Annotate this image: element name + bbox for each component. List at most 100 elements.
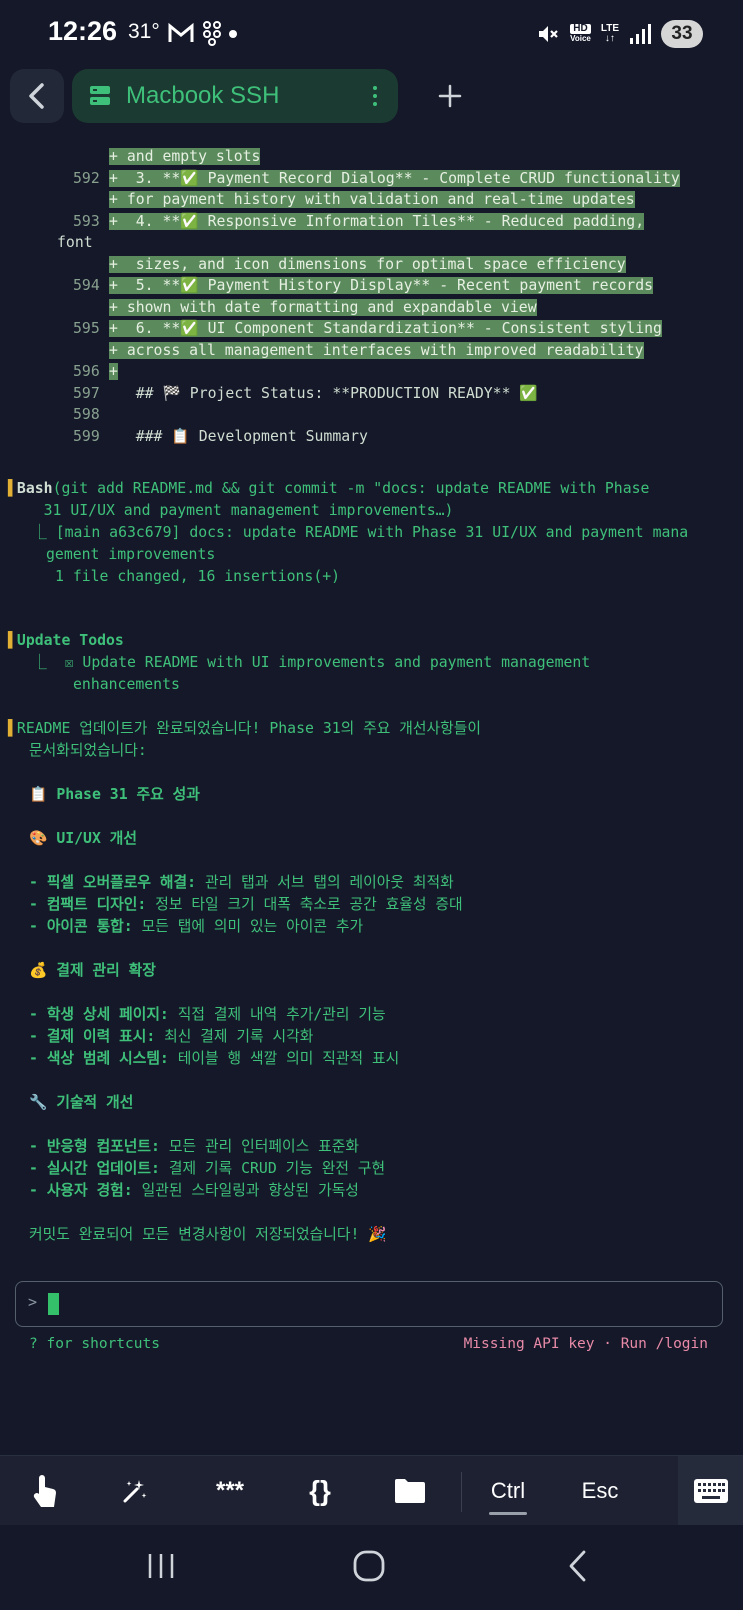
mute-icon	[539, 26, 558, 42]
cluster-icon	[203, 21, 221, 46]
folder-icon	[395, 1479, 425, 1503]
list-item: - 아이콘 통합: 모든 탭에 의미 있는 아이콘 추가	[29, 916, 363, 938]
api-key-warning: Missing API key · Run /login	[463, 1336, 708, 1352]
server-icon	[90, 86, 110, 105]
session-tab-bar: Macbook SSH	[0, 66, 743, 128]
bullet-icon: ▌	[8, 480, 17, 497]
diff-line: + sizes, and icon dimensions for optimal…	[109, 254, 626, 276]
list-item: - 색상 범례 시스템: 테이블 행 색깔 의미 직관적 표시	[29, 1048, 399, 1070]
assistant-message-cont: 문서화되었습니다:	[29, 742, 147, 759]
magic-button[interactable]	[100, 1456, 170, 1526]
diff-text: + across all management interfaces with …	[109, 341, 644, 359]
diff-text: font	[57, 234, 93, 251]
line-number: 598	[73, 406, 100, 423]
esc-key[interactable]: Esc	[565, 1456, 635, 1526]
list-item-text: 관리 탭과 서브 탭의 레이아웃 최적화	[196, 874, 454, 891]
list-item: - 컴팩트 디자인: 정보 타일 크기 대폭 축소로 공간 효율성 증대	[29, 894, 463, 916]
prompt-input[interactable]: >	[15, 1281, 723, 1327]
list-item-label: - 픽셀 오버플로우 해결:	[29, 874, 197, 891]
diff-text: ## 🏁 Project Status: **PRODUCTION READY*…	[109, 384, 538, 402]
diff-line: ## 🏁 Project Status: **PRODUCTION READY*…	[109, 383, 538, 405]
diff-line: ### 📋 Development Summary	[109, 426, 368, 448]
line-number: 596	[73, 363, 100, 380]
list-item: - 픽셀 오버플로우 해결: 관리 탭과 서브 탭의 레이아웃 최적화	[29, 872, 454, 894]
bash-output: ⎿ [main a63c679] docs: update README wit…	[32, 524, 689, 541]
bash-command-cont: 31 UI/UX and payment management improvem…	[8, 502, 454, 519]
line-number: 593	[73, 212, 100, 230]
list-item-text: 모든 탭에 의미 있는 아이콘 추가	[132, 918, 364, 935]
tab-menu-icon[interactable]	[360, 86, 390, 106]
todo-item-cont: enhancements	[73, 676, 180, 693]
keyboard-icon	[693, 1479, 728, 1503]
home-icon[interactable]	[352, 1549, 386, 1583]
list-item-text: 테이블 행 색깔 의미 직관적 표시	[168, 1050, 400, 1067]
line-number: 599	[73, 427, 100, 445]
hd-voice-icon: HD Voice	[570, 23, 591, 43]
back-nav-icon[interactable]	[566, 1549, 590, 1583]
list-item: - 학생 상세 페이지: 직접 결제 내역 추가/관리 기능	[29, 1004, 386, 1026]
battery-icon: 33	[661, 20, 703, 48]
list-item-text: 일관된 스타일링과 향상된 가독성	[132, 1182, 359, 1199]
bullet-icon: ▌	[8, 632, 17, 649]
list-item-label: - 아이콘 통합:	[29, 918, 133, 935]
password-button[interactable]: ***	[190, 1456, 270, 1526]
chevron-left-icon	[29, 83, 44, 109]
list-item: - 사용자 경험: 일관된 스타일링과 향상된 가독성	[29, 1180, 359, 1202]
ctrl-indicator	[489, 1512, 527, 1515]
keybar-separator	[461, 1472, 462, 1512]
diff-prefix: +	[109, 169, 118, 187]
bash-tool-call: ▌Bash(git add README.md && git commit -m…	[8, 480, 650, 497]
list-item-label: - 결제 이력 표시:	[29, 1028, 156, 1045]
diff-prefix: +	[109, 212, 118, 230]
shortcuts-hint: ? for shortcuts	[29, 1336, 160, 1352]
diff-line: + 3. **✅ Payment Record Dialog** - Compl…	[109, 168, 680, 190]
diff-text: 4. **✅ Responsive Information Tiles** - …	[117, 212, 645, 230]
session-tab[interactable]: Macbook SSH	[72, 69, 398, 123]
terminal-output[interactable]: + and empty slots 592 + 3. **✅ Payment Rec…	[0, 146, 743, 1243]
prompt-symbol: >	[28, 1293, 38, 1311]
diff-line: + and empty slots	[109, 146, 261, 168]
snippets-button[interactable]: {}	[285, 1456, 355, 1526]
diff-text: + for payment history with validation an…	[109, 191, 635, 208]
summary-heading: 📋 Phase 31 주요 성과	[29, 786, 200, 803]
line-number: 592	[73, 169, 100, 187]
signal-icon	[630, 24, 651, 44]
diff-text: + sizes, and icon dimensions for optimal…	[109, 255, 626, 273]
todo-item: ⎿ ☒ Update README with UI improvements a…	[32, 654, 591, 671]
plus-icon	[438, 84, 462, 108]
touch-mode-button[interactable]	[10, 1456, 80, 1526]
recent-apps-icon[interactable]	[146, 1551, 176, 1581]
list-item-text: 최신 결제 기록 시각화	[155, 1028, 314, 1045]
add-tab-button[interactable]	[430, 76, 470, 116]
diff-text: 6. **✅ UI Component Standardization** - …	[117, 320, 662, 337]
diff-line: +	[109, 361, 118, 383]
final-message: 커밋도 완료되어 모든 변경사항이 저장되었습니다! 🎉	[29, 1226, 387, 1243]
diff-line: + 4. **✅ Responsive Information Tiles** …	[109, 211, 645, 233]
line-number: 595	[73, 320, 100, 337]
list-item-label: - 컴팩트 디자인:	[29, 896, 147, 913]
list-item: - 실시간 업데이트: 결제 기록 CRUD 기능 완전 구현	[29, 1158, 385, 1180]
todos-tool-call: ▌Update Todos	[8, 632, 124, 649]
diff-line: + for payment history with validation an…	[109, 189, 635, 211]
session-title: Macbook SSH	[126, 82, 280, 109]
bullet-icon: ▌	[8, 720, 17, 737]
diff-prefix: +	[109, 363, 118, 380]
list-item: - 반응형 컴포넌트: 모든 관리 인터페이스 표준화	[29, 1136, 359, 1158]
back-button[interactable]	[10, 69, 64, 123]
assistant-message: ▌README 업데이트가 완료되었습니다! Phase 31의 주요 개선사항…	[8, 720, 481, 737]
diff-text: ### 📋 Development Summary	[109, 427, 368, 445]
files-button[interactable]	[375, 1456, 445, 1526]
list-item-label: - 색상 범례 시스템:	[29, 1050, 169, 1067]
list-item-label: - 사용자 경험:	[29, 1182, 133, 1199]
ctrl-key[interactable]: Ctrl	[472, 1456, 544, 1526]
line-number: 594	[73, 277, 100, 294]
list-item: - 결제 이력 표시: 최신 결제 기록 시각화	[29, 1026, 313, 1048]
gmail-icon	[168, 22, 194, 42]
diff-prefix: +	[109, 277, 118, 294]
lte-icon: LTE ↓↑	[600, 23, 619, 44]
diff-text: 5. **✅ Payment History Display** - Recen…	[117, 277, 654, 294]
dot-icon	[229, 30, 237, 38]
list-item-text: 모든 관리 인터페이스 표준화	[159, 1138, 359, 1155]
keyboard-toggle-button[interactable]	[678, 1456, 743, 1526]
status-right-icons: HD Voice LTE ↓↑ 33	[536, 18, 703, 50]
